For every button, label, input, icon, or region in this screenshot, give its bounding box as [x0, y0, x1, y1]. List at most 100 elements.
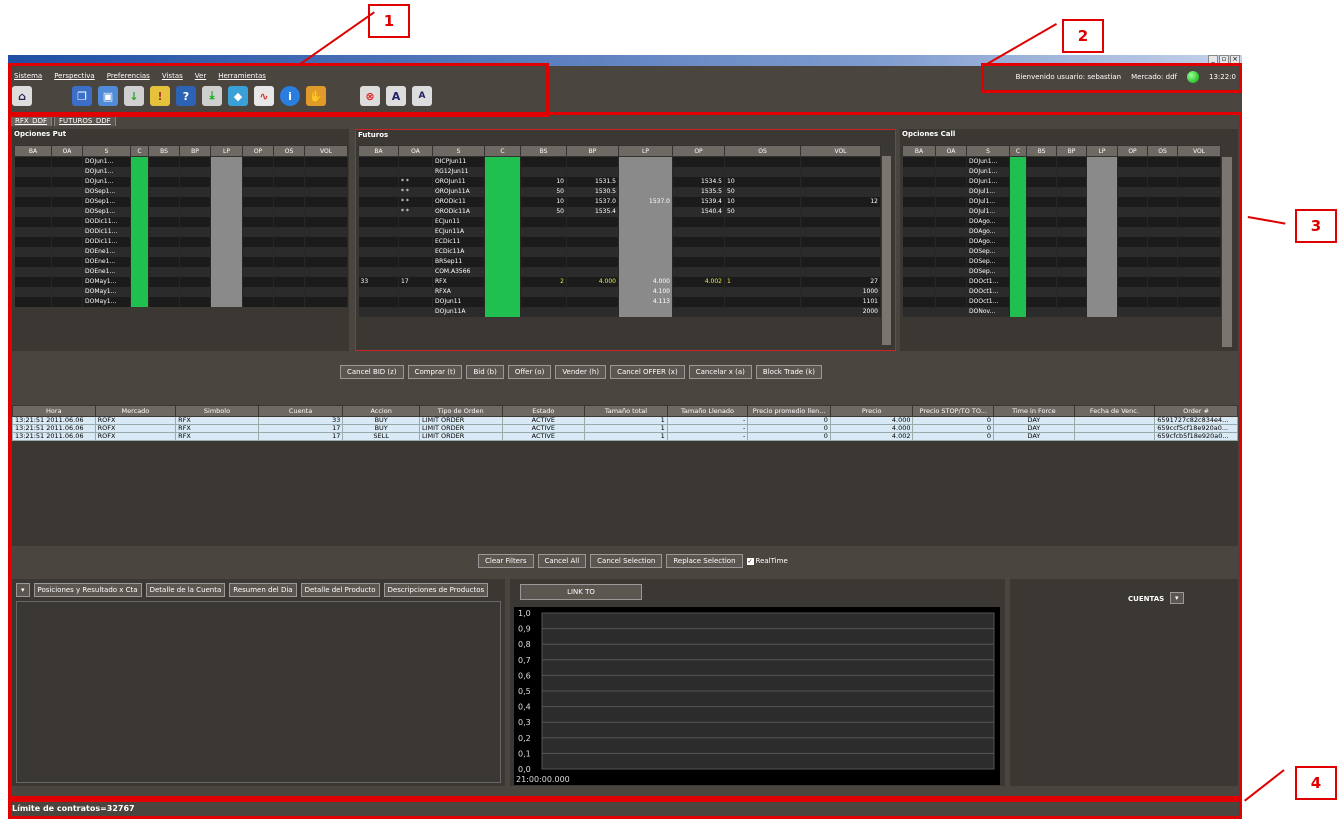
order-cell[interactable]: 659cfcb5f18e920a0...	[1154, 432, 1238, 441]
grid-cell[interactable]: 10	[520, 196, 567, 207]
grid-cell[interactable]	[935, 166, 967, 177]
grid-cell[interactable]	[273, 286, 305, 297]
column-header[interactable]: LP	[618, 145, 673, 157]
grid-cell[interactable]	[1177, 196, 1221, 207]
order-cell[interactable]: 13:21:51 2011.06.06	[12, 424, 96, 433]
grid-cell[interactable]	[1026, 296, 1057, 307]
order-cell[interactable]: ACTIVE	[501, 416, 586, 425]
table-row[interactable]: DOJun11 4.113 1101	[358, 296, 881, 307]
grid-cell[interactable]: 4.000	[566, 276, 619, 287]
grid-cell[interactable]	[1056, 296, 1087, 307]
grid-cell[interactable]	[1147, 286, 1178, 297]
table-row[interactable]: DOJun1...	[14, 156, 348, 167]
order-cell[interactable]: -	[666, 416, 749, 425]
column-header[interactable]: OS	[273, 145, 305, 157]
grid-cell[interactable]: 10	[520, 176, 567, 187]
grid-cell[interactable]	[618, 226, 673, 237]
grid-cell[interactable]	[935, 176, 967, 187]
home-icon[interactable]: ⌂	[12, 86, 32, 106]
grid-cell[interactable]	[273, 196, 305, 207]
grid-cell[interactable]	[1117, 176, 1148, 187]
table-row[interactable]: DOJul1...	[902, 206, 1221, 217]
grid-cell[interactable]	[1147, 186, 1178, 197]
order-cell[interactable]: 659ccf5cf18e920a0...	[1154, 424, 1238, 433]
grid-cell[interactable]	[242, 156, 274, 167]
grid-cell[interactable]	[520, 286, 567, 297]
grid-cell[interactable]	[130, 186, 149, 197]
grid-cell[interactable]	[130, 276, 149, 287]
grid-cell[interactable]	[1056, 196, 1087, 207]
grid-cell[interactable]	[242, 176, 274, 187]
grid-cell[interactable]	[1117, 226, 1148, 237]
grid-cell[interactable]	[566, 246, 619, 257]
column-header[interactable]: BA	[358, 145, 399, 157]
grid-cell[interactable]	[130, 286, 149, 297]
symbol-cell[interactable]: COM.A3566	[432, 266, 485, 277]
table-row[interactable]: DOOct1...	[902, 296, 1221, 307]
grid-cell[interactable]	[14, 176, 52, 187]
grid-cell[interactable]	[358, 206, 399, 217]
grid-cell[interactable]	[1147, 246, 1178, 257]
grid-cell[interactable]	[210, 256, 243, 267]
table-row[interactable]: DOJun1...	[902, 176, 1221, 187]
grid-cell[interactable]: 1531.5	[566, 176, 619, 187]
column-header[interactable]: BP	[566, 145, 619, 157]
grid-cell[interactable]	[1147, 156, 1178, 167]
grid-cell[interactable]	[1056, 176, 1087, 187]
grid-cell[interactable]	[618, 246, 673, 257]
grid-cell[interactable]	[358, 196, 399, 207]
grid-cell[interactable]	[210, 196, 243, 207]
grid-cell[interactable]: 1539.4	[672, 196, 725, 207]
grid-cell[interactable]	[51, 256, 83, 267]
grid-cell[interactable]	[618, 166, 673, 177]
grid-cell[interactable]: * *	[398, 206, 433, 217]
grid-cell[interactable]	[179, 226, 211, 237]
column-header[interactable]: BS	[520, 145, 567, 157]
grid-cell[interactable]	[1026, 166, 1057, 177]
grid-cell[interactable]	[14, 226, 52, 237]
grid-cell[interactable]	[672, 166, 725, 177]
symbol-cell[interactable]: DOMay1...	[82, 276, 131, 287]
grid-cell[interactable]	[1177, 266, 1221, 277]
order-cell[interactable]: RFX	[175, 416, 259, 425]
column-header[interactable]: LP	[1086, 145, 1118, 157]
symbol-cell[interactable]: OROJun11	[432, 176, 485, 187]
grid-cell[interactable]: 2000	[800, 306, 881, 317]
table-row[interactable]: * * OROJun11 10 1531.5 1534.5 10	[358, 176, 881, 187]
table-row[interactable]: DOAgo...	[902, 216, 1221, 227]
table-row[interactable]: DICPJun11	[358, 156, 881, 167]
grid-cell[interactable]	[273, 166, 305, 177]
symbol-cell[interactable]: DONov...	[966, 306, 1010, 317]
grid-cell[interactable]	[618, 266, 673, 277]
grid-cell[interactable]	[358, 156, 399, 167]
grid-cell[interactable]: 1537.0	[566, 196, 619, 207]
order-cell[interactable]: ROFX	[94, 424, 177, 433]
order-cell[interactable]: 0	[747, 424, 831, 433]
grid-cell[interactable]	[51, 296, 83, 307]
grid-cell[interactable]	[210, 226, 243, 237]
replace-selection-button[interactable]: Replace Selection	[666, 554, 743, 568]
column-header[interactable]: OA	[935, 145, 967, 157]
grid-cell[interactable]	[1009, 266, 1027, 277]
grid-cell[interactable]	[14, 216, 52, 227]
table-row[interactable]: DOJul1...	[902, 196, 1221, 207]
table-row[interactable]: 13:21:51 2011.06.06 ROFX RFX 17 SELL LIMIT OR…	[12, 432, 1238, 441]
grid-cell[interactable]	[484, 266, 521, 277]
grid-cell[interactable]	[566, 306, 619, 317]
order-cell[interactable]: ROFX	[94, 416, 177, 425]
grid-cell[interactable]	[148, 176, 180, 187]
table-row[interactable]: DOJul1...	[902, 186, 1221, 197]
grid-cell[interactable]	[1147, 196, 1178, 207]
grid-cell[interactable]	[14, 296, 52, 307]
grid-cell[interactable]	[1009, 226, 1027, 237]
grid-cell[interactable]	[484, 176, 521, 187]
order-cell[interactable]: RFX	[175, 424, 259, 433]
grid-cell[interactable]	[1009, 176, 1027, 187]
offer-button[interactable]: Offer (o)	[507, 365, 552, 379]
grid-cell[interactable]	[304, 186, 348, 197]
grid-cell[interactable]	[724, 226, 801, 237]
symbol-cell[interactable]: DOSep...	[966, 246, 1010, 257]
grid-cell[interactable]	[148, 246, 180, 257]
grid-cell[interactable]	[935, 216, 967, 227]
order-cell[interactable]: -	[666, 424, 749, 433]
